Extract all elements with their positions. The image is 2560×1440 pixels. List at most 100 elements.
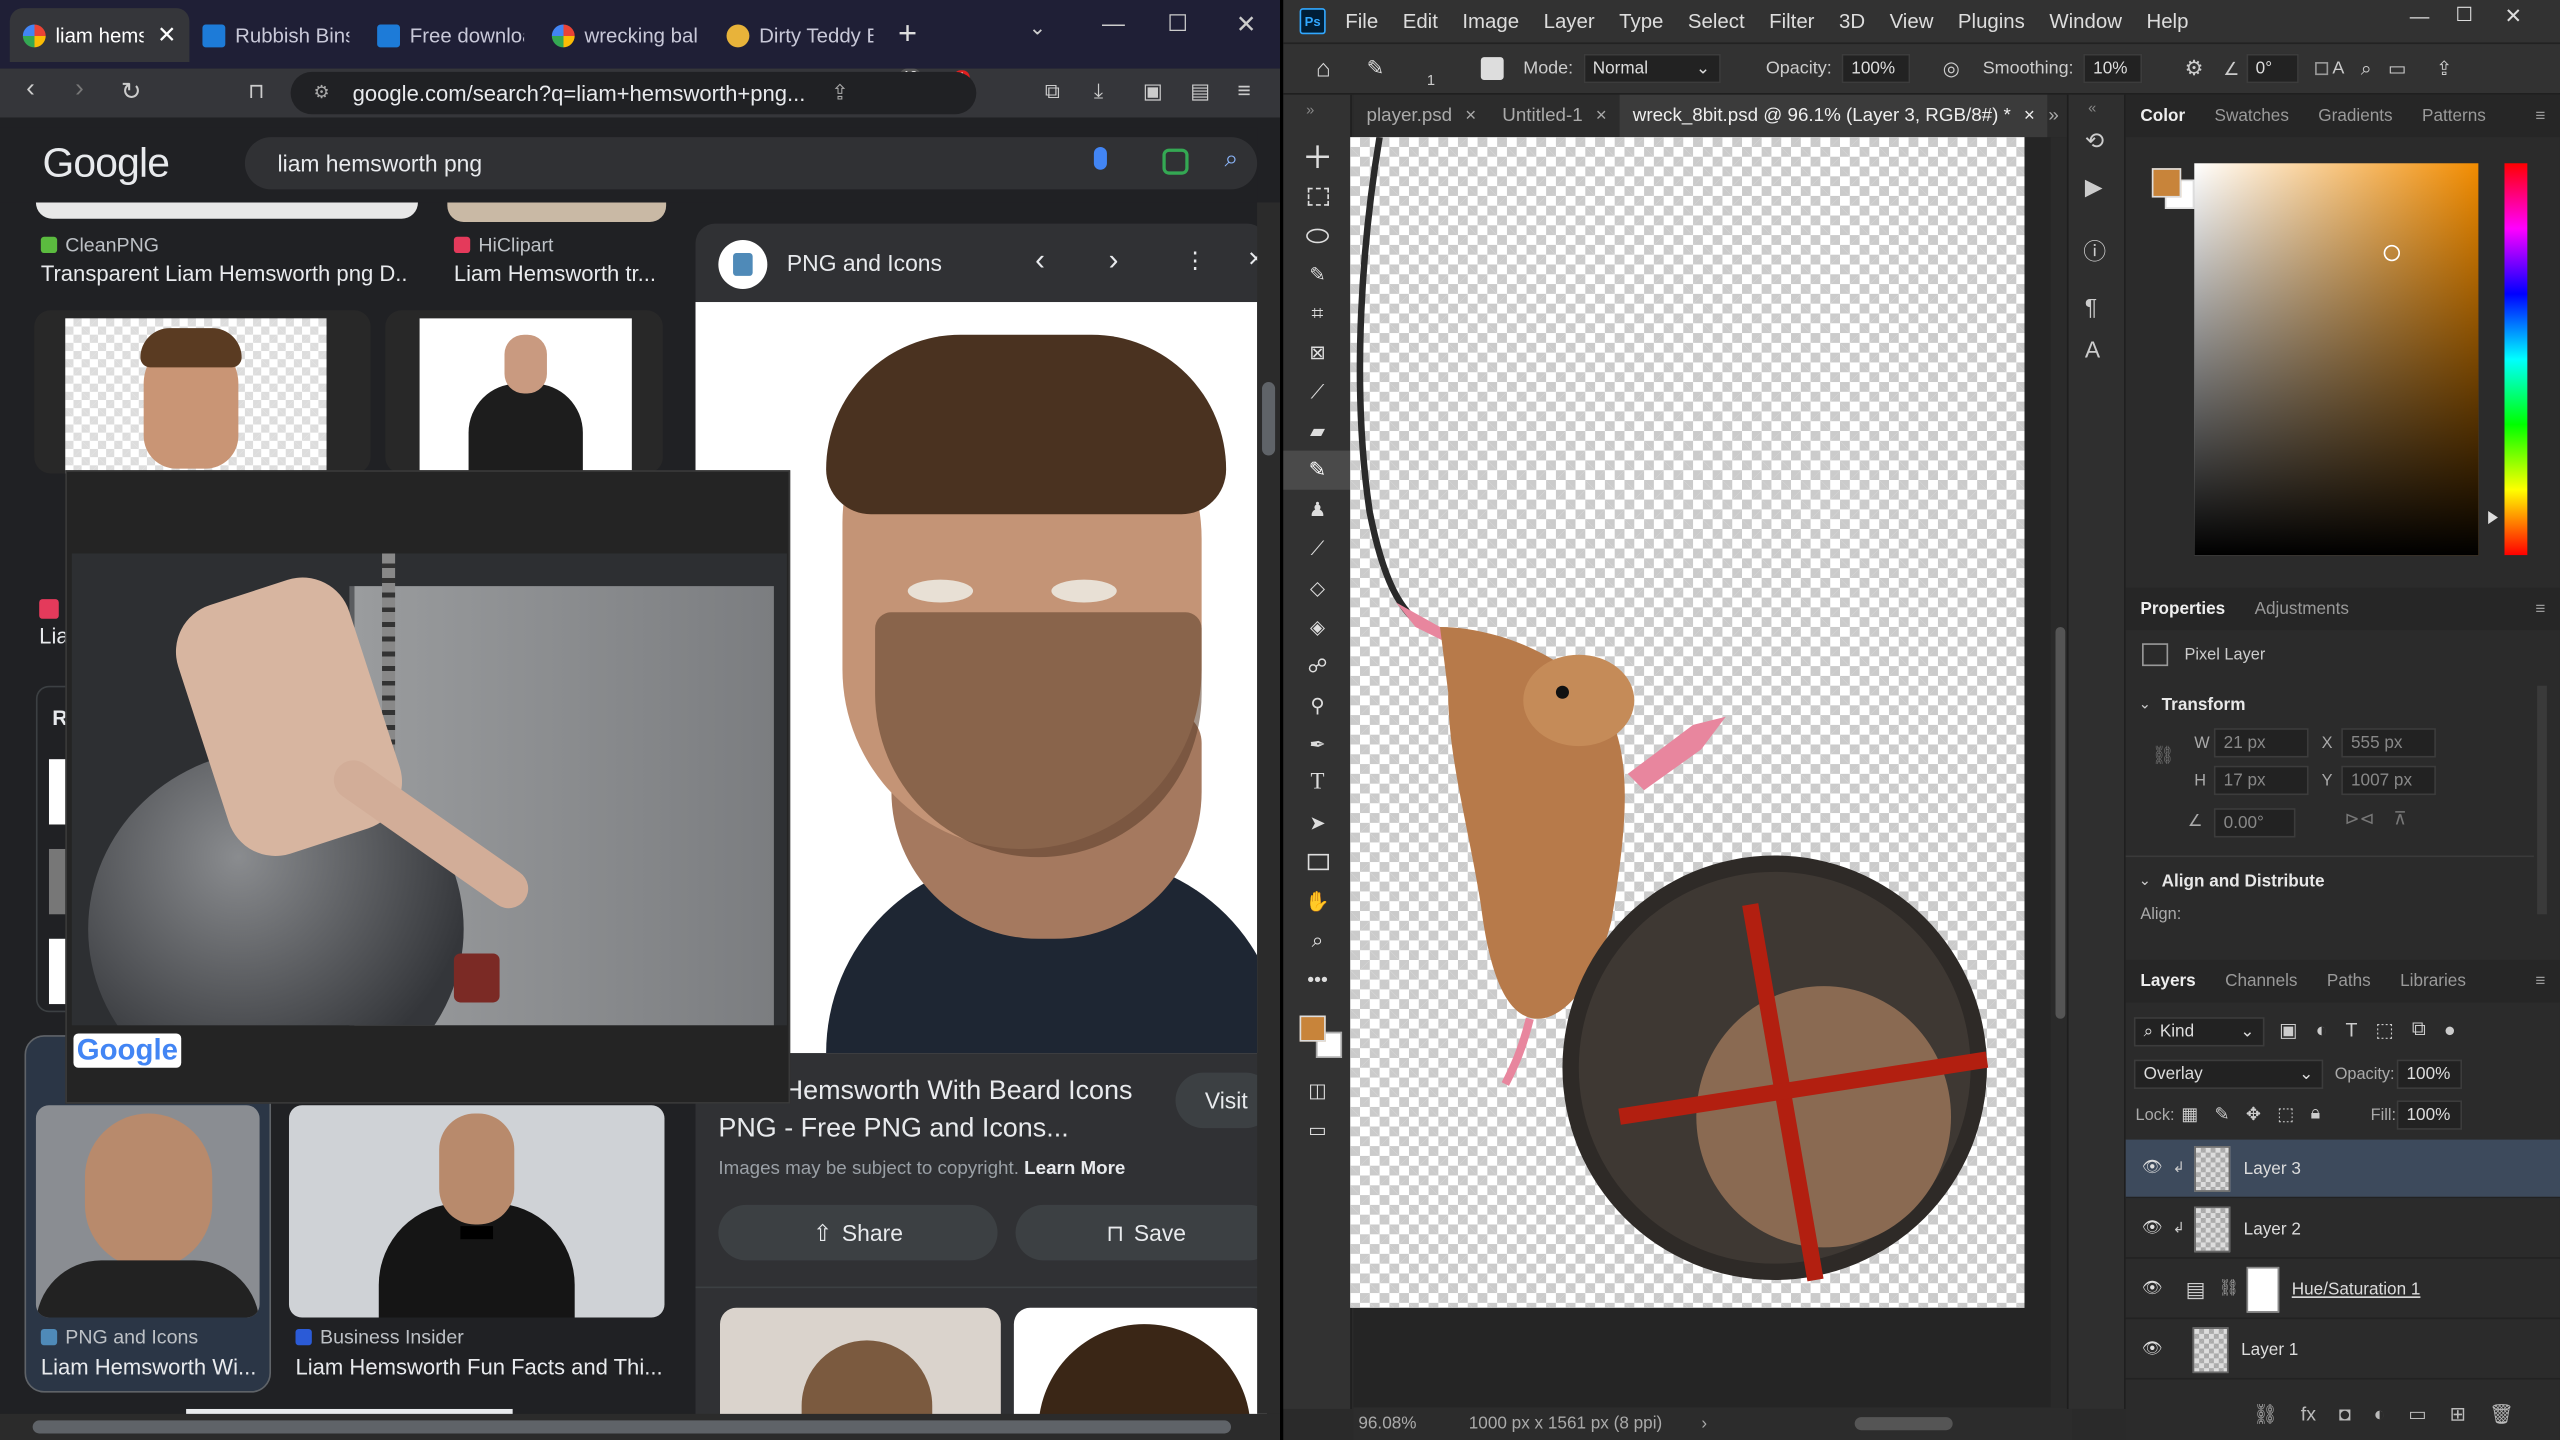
close-window-icon[interactable]: ✕ [1236,10,1257,39]
chevron-down-icon[interactable]: ⌄ [2139,872,2151,890]
menu-window[interactable]: Window [2049,10,2122,33]
liam-thumb-2[interactable] [419,318,632,482]
sidebar-icon[interactable]: ▣ [1143,78,1163,104]
brush-panel-icon[interactable] [1480,57,1504,80]
x-field[interactable]: 555 px [2341,728,2436,758]
lasso-tool-icon[interactable] [1283,216,1352,255]
status-arrow-icon[interactable]: › [1701,1414,1707,1434]
quick-mask-icon[interactable]: ◫ [1283,1071,1352,1110]
dodge-tool-icon[interactable]: ⚲ [1283,686,1352,725]
healing-tool-icon[interactable]: ▰ [1283,411,1352,450]
learn-more-link[interactable]: Learn More [1024,1159,1125,1179]
menu-icon[interactable]: ≡ [1238,77,1251,103]
lock-image-icon[interactable]: ✎ [2215,1104,2230,1125]
close-tab-icon[interactable]: ✕ [157,21,176,49]
tab-properties[interactable]: Properties [2126,599,2240,619]
layer-name[interactable]: Hue/Saturation 1 [2292,1279,2421,1299]
menu-view[interactable]: View [1890,10,1934,33]
minimize-icon[interactable]: — [1102,10,1125,36]
layer-name[interactable]: Layer 3 [2244,1158,2301,1178]
result-source[interactable]: Business Insider [295,1326,464,1349]
menu-filter[interactable]: Filter [1769,10,1814,33]
filter-type-icon[interactable]: T [2345,1018,2357,1041]
result-title[interactable]: Liam Hemsworth Wi... [41,1355,261,1379]
result-source[interactable]: CleanPNG [40,233,159,256]
share-icon[interactable]: ⇪ [831,80,849,106]
tab-paths[interactable]: Paths [2312,971,2385,991]
fx-icon[interactable]: fx [2301,1402,2316,1425]
link-icon[interactable]: ⛓ [2219,1280,2240,1298]
paint-bucket-icon[interactable]: ◈ [1283,607,1352,646]
search-icon[interactable]: ⌕ [2361,56,2372,80]
rotation-field[interactable]: 0.00° [2213,808,2296,838]
google-logo[interactable]: Google [42,140,170,187]
marquee-tool-icon[interactable] [1283,176,1352,215]
path-select-icon[interactable]: ➤ [1283,803,1352,842]
visibility-eye-icon[interactable]: 👁︎ [2142,1280,2163,1298]
link-icon[interactable]: ⛓ [2152,744,2175,766]
wallet-icon[interactable]: ▤ [1190,78,1210,104]
new-group-icon[interactable]: ▭ [2408,1402,2427,1425]
hue-slider[interactable] [2504,163,2528,556]
frame-tool-icon[interactable]: ⊠ [1283,333,1352,372]
foreground-color-swatch[interactable] [1299,1015,1326,1042]
layer-row[interactable]: 👁︎ ↲ Layer 3 [2125,1139,2560,1199]
collapse-icon[interactable]: » [1283,95,1350,137]
align-section-title[interactable]: Align and Distribute [2162,872,2325,892]
vertical-scrollbar[interactable] [1257,202,1280,1414]
pencil-preset-icon[interactable]: ✎ [1367,56,1385,82]
visibility-eye-icon[interactable]: 👁︎ [2142,1159,2163,1177]
close-tab-icon[interactable]: × [2024,106,2035,126]
more-tabs-icon[interactable]: » [2048,106,2058,126]
filter-smart-icon[interactable]: ⧉ [2412,1017,2426,1041]
properties-scrollbar[interactable] [2537,685,2547,915]
layer-row[interactable]: 👁︎ ↲ Layer 2 [2125,1200,2560,1259]
chevron-down-icon[interactable]: ⌄ [2139,696,2151,714]
add-mask-icon[interactable]: ◘ [2339,1402,2351,1425]
extensions-icon[interactable]: ⧉ [1045,78,1060,104]
hue-slider-handle[interactable] [2488,511,2498,525]
opacity-field[interactable]: 100% [1841,53,1911,84]
menu-plugins[interactable]: Plugins [1958,10,2025,33]
visibility-eye-icon[interactable]: 👁︎ [2142,1340,2163,1358]
preview-title[interactable]: Hemsworth With Beard Icons [784,1076,1133,1107]
foreground-color-chip[interactable] [2151,168,2182,198]
history-panel-icon[interactable]: ⟲ [2085,127,2104,155]
result-image-top[interactable] [447,202,667,223]
angle-field[interactable]: 0° [2245,53,2299,84]
smudge-tool-icon[interactable]: ☍ [1283,647,1352,686]
horizontal-scrollbar[interactable] [0,1413,1280,1440]
result-title[interactable]: Liam Hemsworth Fun Facts and Thi... [296,1355,663,1379]
scroll-thumb[interactable] [32,1420,1232,1434]
settings-gear-icon[interactable]: ⚙ [2185,56,2204,82]
new-adjustment-icon[interactable]: ◐ [2374,1402,2386,1425]
horizontal-scroll-thumb[interactable] [1854,1417,1953,1431]
collapse-icon[interactable]: « [2088,100,2096,116]
lens-icon[interactable] [1162,148,1189,175]
search-input[interactable]: liam hemsworth png ⌕ [244,137,1258,190]
voice-search-icon[interactable] [1093,146,1107,170]
filter-toggle-icon[interactable]: ● [2444,1018,2456,1041]
zoom-level[interactable]: 96.08% [1358,1414,1416,1434]
tab-free-download[interactable]: Free download [364,8,537,62]
pngandicons-logo[interactable] [718,239,768,289]
character-panel-icon[interactable]: A [2085,336,2100,362]
height-field[interactable]: 17 px [2213,765,2309,796]
lock-all-icon[interactable]: 🔒︎ [2311,1104,2321,1125]
tab-liam-hemsworth[interactable]: liam hemsworth png ✕ [9,8,190,63]
layer-opacity-field[interactable]: 100% [2396,1059,2463,1089]
filter-adjustment-icon[interactable]: ◐ [2316,1018,2328,1041]
prev-result-icon[interactable]: ‹ [1035,243,1045,277]
tab-adjustments[interactable]: Adjustments [2240,599,2364,619]
stamp-tool-icon[interactable]: ♟ [1283,490,1352,529]
lock-artboard-icon[interactable]: ⬚ [2277,1104,2294,1125]
forward-icon[interactable]: › [75,75,84,104]
menu-3d[interactable]: 3D [1839,10,1865,33]
liam-thumb-3[interactable] [35,1105,260,1318]
pen-tool-icon[interactable]: ✒ [1283,725,1352,764]
layer-row[interactable]: 👁︎ ▤ ⛓ Hue/Saturation 1 [2125,1260,2560,1320]
eyedropper-tool-icon[interactable]: ⟋ [1283,372,1352,411]
lock-transparent-icon[interactable]: ▦ [2181,1104,2198,1125]
pressure-opacity-icon[interactable]: ◎ [1943,57,1960,80]
transform-section-title[interactable]: Transform [2162,696,2246,716]
